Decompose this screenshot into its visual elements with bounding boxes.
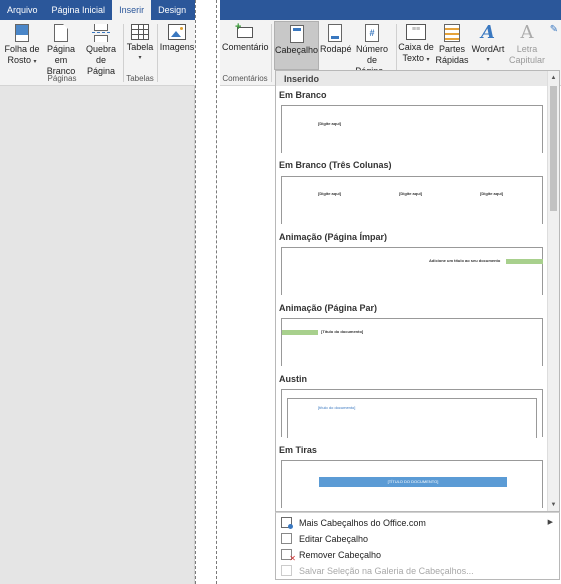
image-icon <box>168 24 186 40</box>
left-window: Arquivo Página Inicial Inserir Design Fo… <box>0 0 195 584</box>
quick-parts-icon <box>444 24 460 42</box>
right-window: + Comentário Comentários Cabeçalho Rodap… <box>220 0 561 584</box>
group-divider <box>157 24 158 82</box>
gallery-item-title: Austin <box>279 374 307 384</box>
remove-header-icon <box>281 549 296 563</box>
tab-pagina-inicial[interactable]: Página Inicial <box>45 0 113 20</box>
cover-page-button[interactable]: Folha de Rosto ▾ <box>4 24 40 68</box>
page-number-icon: # <box>365 24 379 42</box>
preview-text: [TÍTULO DO DOCUMENTO] <box>319 477 507 487</box>
save-to-gallery-icon <box>281 565 292 576</box>
blank-page-button[interactable]: Página em Branco <box>40 24 82 77</box>
header-icon <box>289 25 304 43</box>
menu-item-edit-header[interactable]: Editar Cabeçalho <box>276 531 559 547</box>
tab-design[interactable]: Design <box>151 0 193 20</box>
preview-text: [Título do documento] <box>321 329 364 334</box>
wordart-icon: A <box>481 22 495 43</box>
ribbon: Folha de Rosto ▾ Página em Branco Quebra… <box>0 20 195 86</box>
blank-page-icon <box>54 24 68 42</box>
chevron-down-icon: ▾ <box>33 59 37 65</box>
cover-page-icon <box>15 24 29 42</box>
gallery-scrollbar[interactable]: ▲ ▼ <box>547 71 559 511</box>
preview-accent-bar <box>282 330 318 335</box>
footer-icon <box>328 24 342 42</box>
dropcap-icon: A <box>520 22 534 43</box>
table-button[interactable]: Tabela ▾ <box>125 24 155 64</box>
scroll-up-icon[interactable]: ▲ <box>548 73 559 84</box>
gallery-item-title: Em Branco (Três Colunas) <box>279 160 392 170</box>
group-label-comments: Comentários <box>222 74 268 83</box>
preview-text: [Digite aqui] <box>318 121 342 126</box>
preview-text: [Digite aqui] <box>318 191 342 196</box>
new-comment-icon: + <box>235 22 255 40</box>
textbox-button[interactable]: ≡≡ Caixa de Texto ▾ <box>398 24 434 66</box>
group-divider <box>271 24 272 82</box>
tab-inserir[interactable]: Inserir <box>112 0 152 20</box>
preview-text: [Digite aqui] <box>399 191 423 196</box>
preview-accent-bar <box>506 259 543 264</box>
chevron-down-icon: ▾ <box>486 57 490 63</box>
header-menu: Mais Cabeçalhos do Office.com ▶ Editar C… <box>275 512 560 580</box>
preview-text: Adicione um título ao seu documento <box>429 258 501 263</box>
gallery-item-em-tiras[interactable]: [TÍTULO DO DOCUMENTO] <box>281 460 543 508</box>
gallery-section-header: Inserido <box>276 71 548 86</box>
gallery-item-tres-colunas[interactable]: [Digite aqui] [Digite aqui] [Digite aqui… <box>281 176 543 224</box>
chevron-down-icon: ▾ <box>426 57 430 63</box>
tab-arquivo[interactable]: Arquivo <box>0 0 45 20</box>
gallery-item-title: Animação (Página Par) <box>279 303 378 313</box>
gallery-item-animacao-par[interactable]: [Título do documento] <box>281 318 543 366</box>
gallery-item-title: Em Branco <box>279 90 327 100</box>
scroll-down-icon[interactable]: ▼ <box>548 500 559 511</box>
group-label-tables: Tabelas <box>126 74 154 83</box>
comment-button[interactable]: + Comentário <box>222 22 269 53</box>
wordart-button[interactable]: A WordArt ▾ <box>470 24 506 66</box>
edit-header-icon <box>281 533 292 544</box>
ribbon-tabs: Arquivo Página Inicial Inserir Design <box>0 0 195 20</box>
images-button[interactable]: Imagens <box>159 24 195 53</box>
office-com-icon <box>281 517 293 529</box>
gallery-item-title: Em Tiras <box>279 445 317 455</box>
header-button[interactable]: Cabeçalho <box>274 21 319 70</box>
preview-text: [Digite aqui] <box>480 191 504 196</box>
window-separator <box>195 0 220 584</box>
menu-item-save-selection[interactable]: Salvar Seleção na Galeria de Cabeçalhos.… <box>276 563 559 579</box>
menu-item-more-headers[interactable]: Mais Cabeçalhos do Office.com ▶ <box>276 515 559 531</box>
title-bar <box>220 0 561 20</box>
gallery-item-title: Animação (Página Ímpar) <box>279 232 388 242</box>
menu-item-remove-header[interactable]: Remover Cabeçalho <box>276 547 559 563</box>
gallery-item-animacao-impar[interactable]: Adicione um título ao seu documento <box>281 247 543 295</box>
textbox-icon: ≡≡ <box>406 24 426 40</box>
gallery-item-em-branco[interactable]: [Digite aqui] <box>281 105 543 153</box>
group-label-pages: Páginas <box>47 74 77 83</box>
preview-text: [título do documento] <box>318 405 356 410</box>
gallery-item-austin[interactable]: [título do documento] <box>281 389 543 438</box>
scrollbar-thumb[interactable] <box>550 86 557 211</box>
signature-line-icon[interactable]: ✎ <box>548 24 560 35</box>
footer-button[interactable]: Rodapé <box>320 24 352 55</box>
table-icon <box>131 24 149 40</box>
page-break-button[interactable]: Quebra de Página <box>82 24 120 77</box>
chevron-down-icon: ▾ <box>138 55 142 61</box>
chevron-right-icon: ▶ <box>547 519 553 526</box>
page-break-icon <box>92 24 110 42</box>
preview-frame <box>287 398 537 438</box>
header-gallery: Inserido Em Branco [Digite aqui] Em Bran… <box>275 70 560 512</box>
